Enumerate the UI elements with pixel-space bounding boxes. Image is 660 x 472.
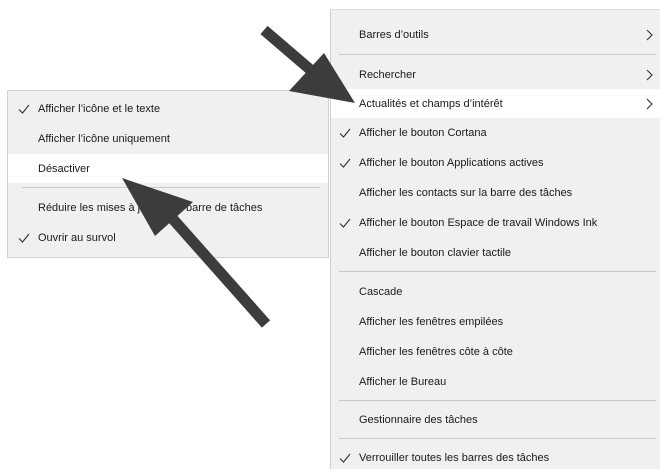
menu-item-label: Afficher les fenêtres côte à côte	[359, 345, 513, 358]
check-icon	[339, 128, 351, 138]
menu-item-label: Actualités et champs d’intérêt	[359, 97, 503, 110]
menu-item-label: Afficher le bouton Espace de travail Win…	[359, 216, 598, 229]
menu-item-cascade[interactable]: Cascade	[331, 277, 660, 306]
menu-item-label: Ouvrir au survol	[38, 231, 116, 244]
submenu-item-open-on-hover[interactable]: Ouvrir au survol	[8, 223, 328, 252]
submenu-item-icon-and-text[interactable]: Afficher l’icône et le texte	[8, 94, 328, 123]
menu-item-stacked-windows[interactable]: Afficher les fenêtres empilées	[331, 307, 660, 336]
menu-item-label: Afficher l’icône et le texte	[38, 102, 161, 115]
menu-separator	[339, 438, 656, 439]
chevron-right-icon	[646, 98, 653, 110]
menu-item-label: Afficher les contacts sur la barre des t…	[359, 186, 573, 199]
submenu-item-reduce-updates[interactable]: Réduire les mises à jour de la barre de …	[8, 193, 328, 222]
submenu-item-icon-only[interactable]: Afficher l’icône uniquement	[8, 124, 328, 153]
menu-item-label: Désactiver	[38, 162, 90, 175]
menu-item-task-manager[interactable]: Gestionnaire des tâches	[331, 405, 660, 434]
check-icon	[339, 218, 351, 228]
check-icon	[339, 158, 351, 168]
menu-separator	[22, 187, 320, 188]
submenu-item-disable[interactable]: Désactiver	[8, 154, 328, 183]
menu-item-news-and-interests[interactable]: Actualités et champs d’intérêt	[331, 89, 660, 118]
menu-item-show-cortana[interactable]: Afficher le bouton Cortana	[331, 118, 660, 147]
check-icon	[339, 453, 351, 463]
chevron-right-icon	[646, 69, 653, 81]
check-icon	[18, 233, 30, 243]
menu-item-label: Afficher l’icône uniquement	[38, 132, 170, 145]
menu-item-label: Afficher les fenêtres empilées	[359, 315, 504, 328]
menu-item-label: Afficher le bouton clavier tactile	[359, 246, 512, 259]
menu-separator	[339, 271, 656, 272]
menu-separator	[339, 400, 656, 401]
menu-item-search[interactable]: Rechercher	[331, 60, 660, 89]
taskbar-context-menu: Barres d’outils Rechercher Actualités et…	[330, 9, 660, 469]
chevron-right-icon	[646, 29, 653, 41]
menu-item-show-touch-keyboard[interactable]: Afficher le bouton clavier tactile	[331, 238, 660, 267]
menu-item-label: Rechercher	[359, 68, 416, 81]
menu-item-lock-taskbars[interactable]: Verrouiller toutes les barres des tâches	[331, 443, 660, 472]
menu-item-label: Verrouiller toutes les barres des tâches	[359, 451, 550, 464]
menu-item-show-people[interactable]: Afficher les contacts sur la barre des t…	[331, 178, 660, 207]
menu-item-show-task-view[interactable]: Afficher le bouton Applications actives	[331, 148, 660, 177]
menu-separator	[339, 54, 656, 55]
menu-item-label: Barres d’outils	[359, 28, 429, 41]
check-icon	[18, 104, 30, 114]
menu-item-label: Afficher le bouton Cortana	[359, 126, 487, 139]
news-interests-submenu: Afficher l’icône et le texte Afficher l’…	[7, 90, 329, 258]
menu-item-toolbars[interactable]: Barres d’outils	[331, 20, 660, 49]
menu-item-show-desktop[interactable]: Afficher le Bureau	[331, 367, 660, 396]
menu-item-label: Afficher le bouton Applications actives	[359, 156, 544, 169]
menu-item-label: Afficher le Bureau	[359, 375, 447, 388]
menu-item-show-windows-ink[interactable]: Afficher le bouton Espace de travail Win…	[331, 208, 660, 237]
menu-item-side-by-side[interactable]: Afficher les fenêtres côte à côte	[331, 337, 660, 366]
menu-item-label: Cascade	[359, 285, 403, 298]
menu-item-label: Réduire les mises à jour de la barre de …	[38, 201, 263, 214]
menu-item-label: Gestionnaire des tâches	[359, 413, 478, 426]
